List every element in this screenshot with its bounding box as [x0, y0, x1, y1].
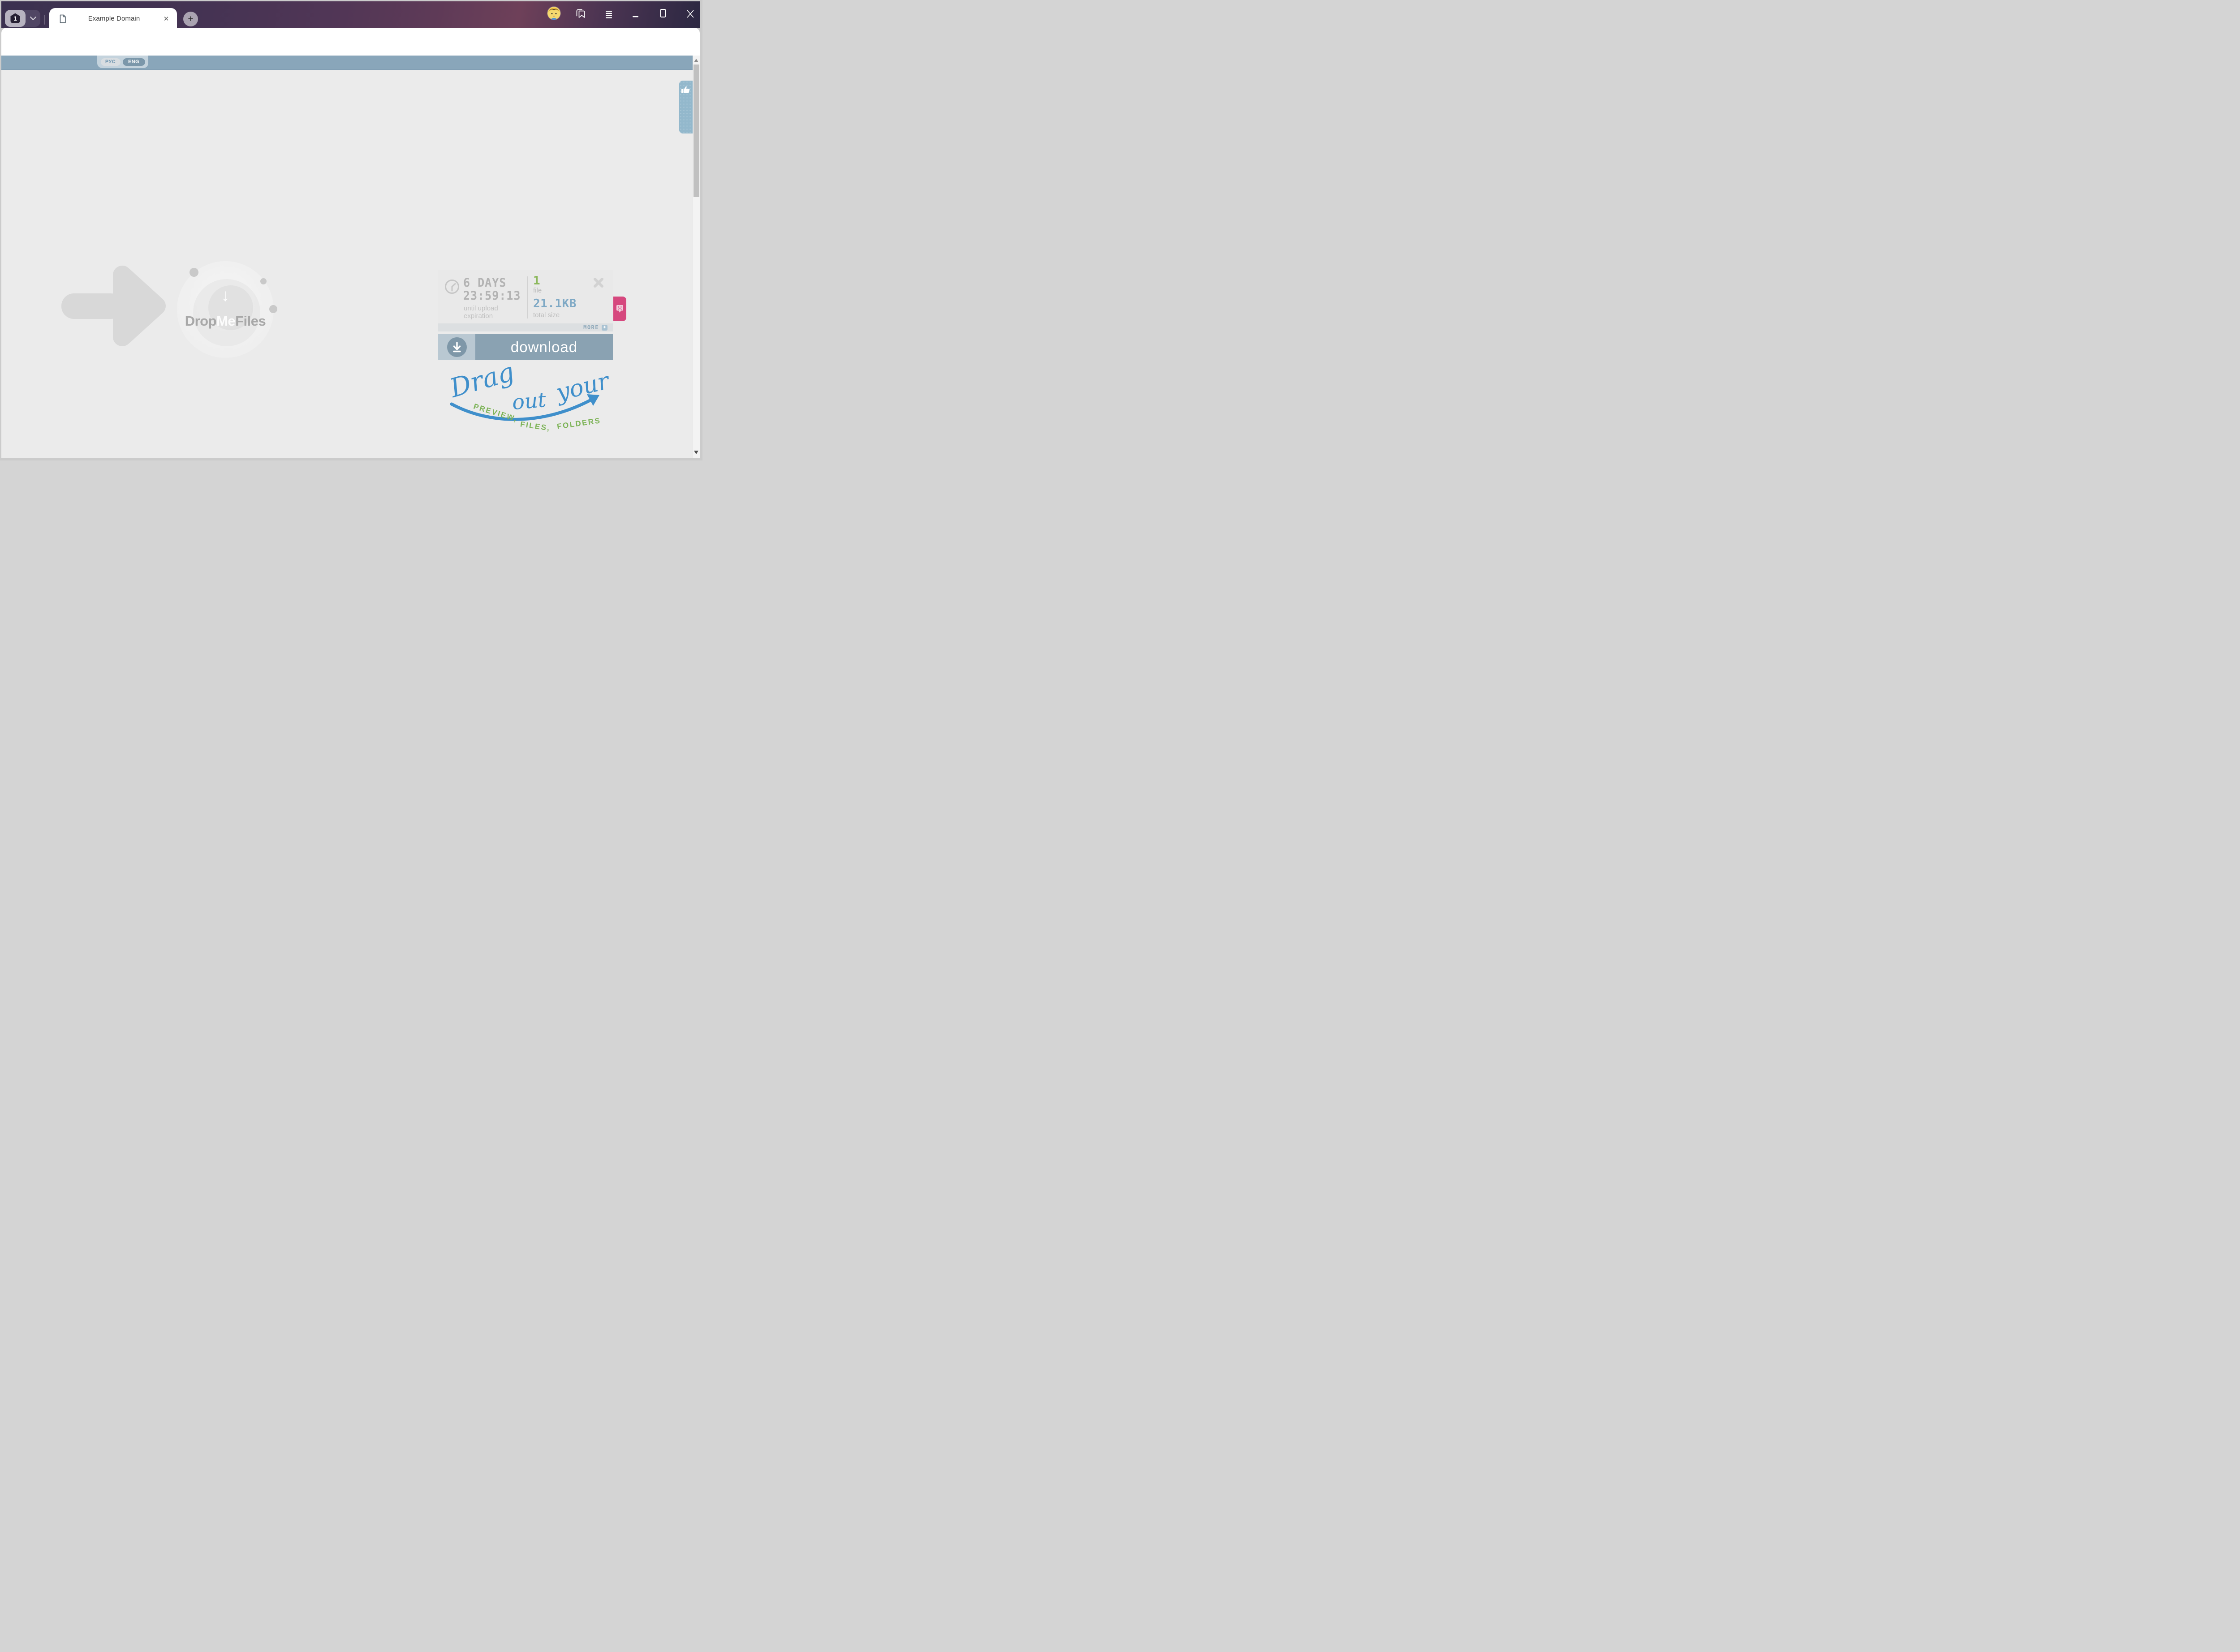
download-button[interactable]: download — [438, 334, 613, 360]
lang-eng-button[interactable]: ENG — [123, 58, 145, 66]
download-label: download — [511, 339, 577, 356]
tab-counter-button[interactable]: 1 — [5, 10, 40, 27]
upload-info-panel: 6 DAYS 23:59:13 until upload expiration … — [438, 270, 613, 331]
maximize-icon — [659, 8, 668, 19]
panel-close-button[interactable] — [592, 276, 605, 289]
logo-word-me: Me — [216, 313, 235, 329]
browser-window: 1 Example Domain ✕ + — [0, 0, 702, 460]
drag-direction-arrow — [60, 256, 169, 356]
lang-rus-label: РУС — [105, 59, 116, 65]
download-white-arrow-icon — [452, 342, 462, 353]
collections-bookmark-icon — [575, 8, 586, 19]
expiry-caption-line1: until upload — [464, 305, 498, 312]
more-plus-glyph: + — [603, 325, 606, 330]
logo-word-drop: Drop — [185, 313, 216, 329]
collections-button[interactable] — [575, 8, 586, 19]
avatar-face-icon — [547, 7, 560, 20]
like-side-tab[interactable] — [679, 81, 693, 133]
logo-wordmark: DropMeFiles — [177, 313, 274, 329]
tab-strip: 1 Example Domain ✕ + — [1, 1, 700, 28]
browser-menu-button[interactable] — [603, 9, 615, 20]
close-icon — [686, 9, 695, 19]
active-tab[interactable]: Example Domain ✕ — [49, 8, 177, 29]
upload-info-main: 6 DAYS 23:59:13 until upload expiration … — [438, 270, 613, 323]
logo-orbit-dot — [190, 268, 198, 277]
more-link[interactable]: MORE — [583, 324, 599, 331]
file-count-label: file — [533, 287, 542, 294]
scrollbar-up-arrow[interactable] — [694, 59, 698, 62]
page-document-icon — [59, 14, 66, 23]
page-content: ↓ DropMeFiles 6 DAYS 23:59:13 until uplo… — [1, 70, 693, 458]
expiry-caption-line2: expiration — [464, 312, 493, 320]
maximize-button[interactable] — [658, 8, 668, 19]
minimize-icon — [632, 10, 640, 19]
tab-counter-shield-icon: 1 — [9, 12, 22, 25]
new-tab-button[interactable]: + — [183, 12, 198, 26]
logo-orbit-dot — [269, 305, 277, 313]
language-switch: РУС ENG — [97, 56, 148, 68]
lang-rus-button[interactable]: РУС — [101, 58, 121, 66]
panel-divider — [527, 276, 528, 318]
close-window-button[interactable] — [685, 8, 696, 20]
more-plus-button[interactable]: + — [602, 325, 607, 331]
tab-counter-chevron[interactable] — [26, 16, 40, 21]
expiry-countdown: 23:59:13 — [463, 289, 521, 302]
logo-word-files: Files — [235, 313, 266, 329]
tabstrip-separator — [44, 15, 45, 25]
dropmefiles-logo: ↓ DropMeFiles — [177, 261, 274, 358]
scrollbar-thumb[interactable] — [694, 65, 699, 197]
panel-more-strip: MORE + — [438, 323, 613, 331]
chevron-down-icon — [30, 16, 37, 21]
minimize-button[interactable] — [630, 9, 641, 20]
total-size-label: total size — [533, 311, 560, 319]
scrollbar-down-arrow[interactable] — [694, 451, 698, 454]
toolbar: Я example.com Example Domain — [1, 28, 700, 56]
sad-feedback-icon — [616, 305, 624, 313]
logo-down-arrow: ↓ — [177, 286, 274, 305]
download-circle — [447, 337, 467, 357]
download-button-icon-cell[interactable] — [438, 334, 475, 360]
svg-text:1: 1 — [13, 15, 17, 22]
download-button-label-cell[interactable]: download — [475, 334, 613, 360]
menu-lines-icon — [605, 10, 613, 19]
tab-counter-chip[interactable]: 1 — [5, 10, 26, 27]
file-count: 1 — [533, 275, 540, 286]
tab-title: Example Domain — [66, 15, 162, 22]
total-size-value: 21.1KB — [533, 298, 577, 310]
thumbs-up-icon — [681, 85, 691, 95]
profile-avatar[interactable] — [547, 7, 560, 20]
lang-eng-label: ENG — [128, 59, 139, 65]
feedback-tab[interactable] — [613, 297, 626, 321]
plus-icon: + — [188, 14, 193, 24]
clock-icon — [444, 278, 461, 295]
expiry-days: 6 DAYS — [463, 276, 506, 289]
logo-orbit-dot — [260, 278, 267, 284]
tab-close-icon[interactable]: ✕ — [162, 14, 171, 23]
